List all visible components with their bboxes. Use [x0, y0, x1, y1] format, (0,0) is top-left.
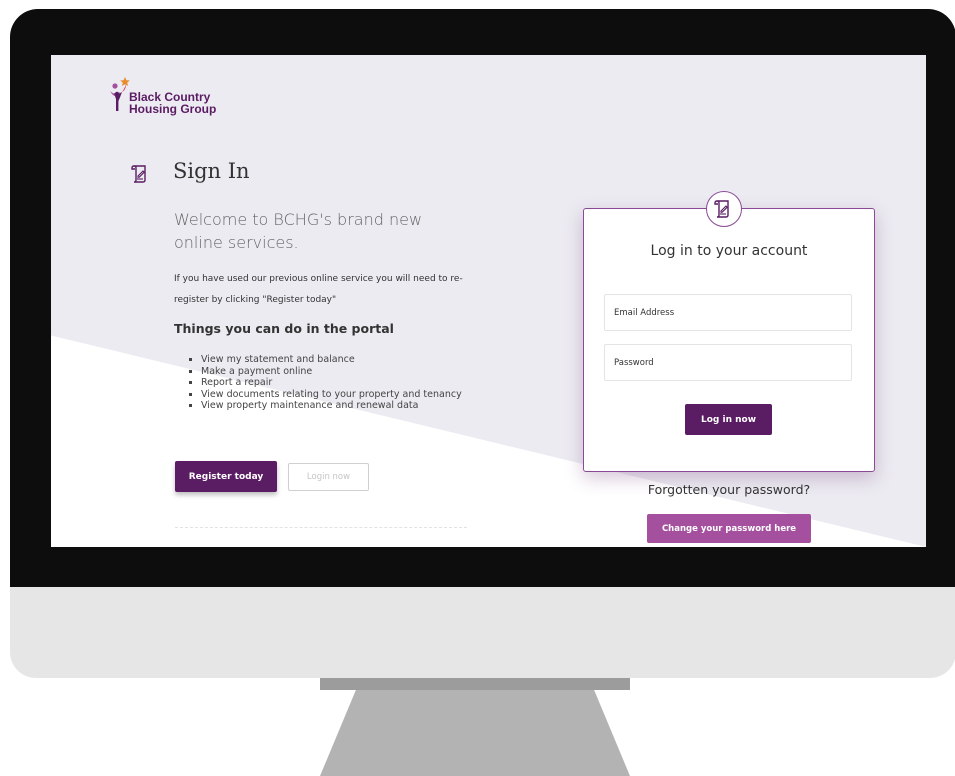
page-title: Sign In [173, 159, 250, 183]
forgot-password-text: Forgotten your password? [647, 482, 811, 497]
features-list: View my statement and balance Make a pay… [189, 354, 481, 412]
monitor-chin [10, 586, 955, 678]
reregister-info: If you have used our previous online ser… [174, 274, 463, 305]
change-password-button[interactable]: Change your password here [647, 514, 811, 543]
scroll-document-icon [131, 165, 146, 183]
features-list-item: Make a payment online [201, 366, 481, 378]
register-today-button[interactable]: Register today [175, 461, 277, 492]
password-field[interactable] [604, 344, 852, 381]
screen: Black Country Housing Group Sign In Welc… [51, 55, 926, 547]
divider [175, 527, 467, 528]
features-list-item: View property maintenance and renewal da… [201, 400, 481, 412]
email-field[interactable] [604, 294, 852, 331]
scroll-document-icon [714, 200, 729, 218]
features-list-item: View my statement and balance [201, 354, 481, 366]
login-card-title: Log in to your account [650, 243, 808, 259]
features-list-item: View documents relating to your property… [201, 389, 481, 401]
log-in-now-button[interactable]: Log in now [685, 404, 772, 435]
features-list-item: Report a repair [201, 377, 481, 389]
features-heading: Things you can do in the portal [174, 321, 394, 336]
brand-name: Black Country Housing Group [129, 91, 249, 115]
login-card-badge [706, 191, 742, 227]
welcome-text: Welcome to BCHG's brand new online servi… [174, 210, 423, 252]
brand-name-line2: Housing Group [129, 102, 217, 116]
login-now-button[interactable]: Login now [288, 463, 369, 491]
